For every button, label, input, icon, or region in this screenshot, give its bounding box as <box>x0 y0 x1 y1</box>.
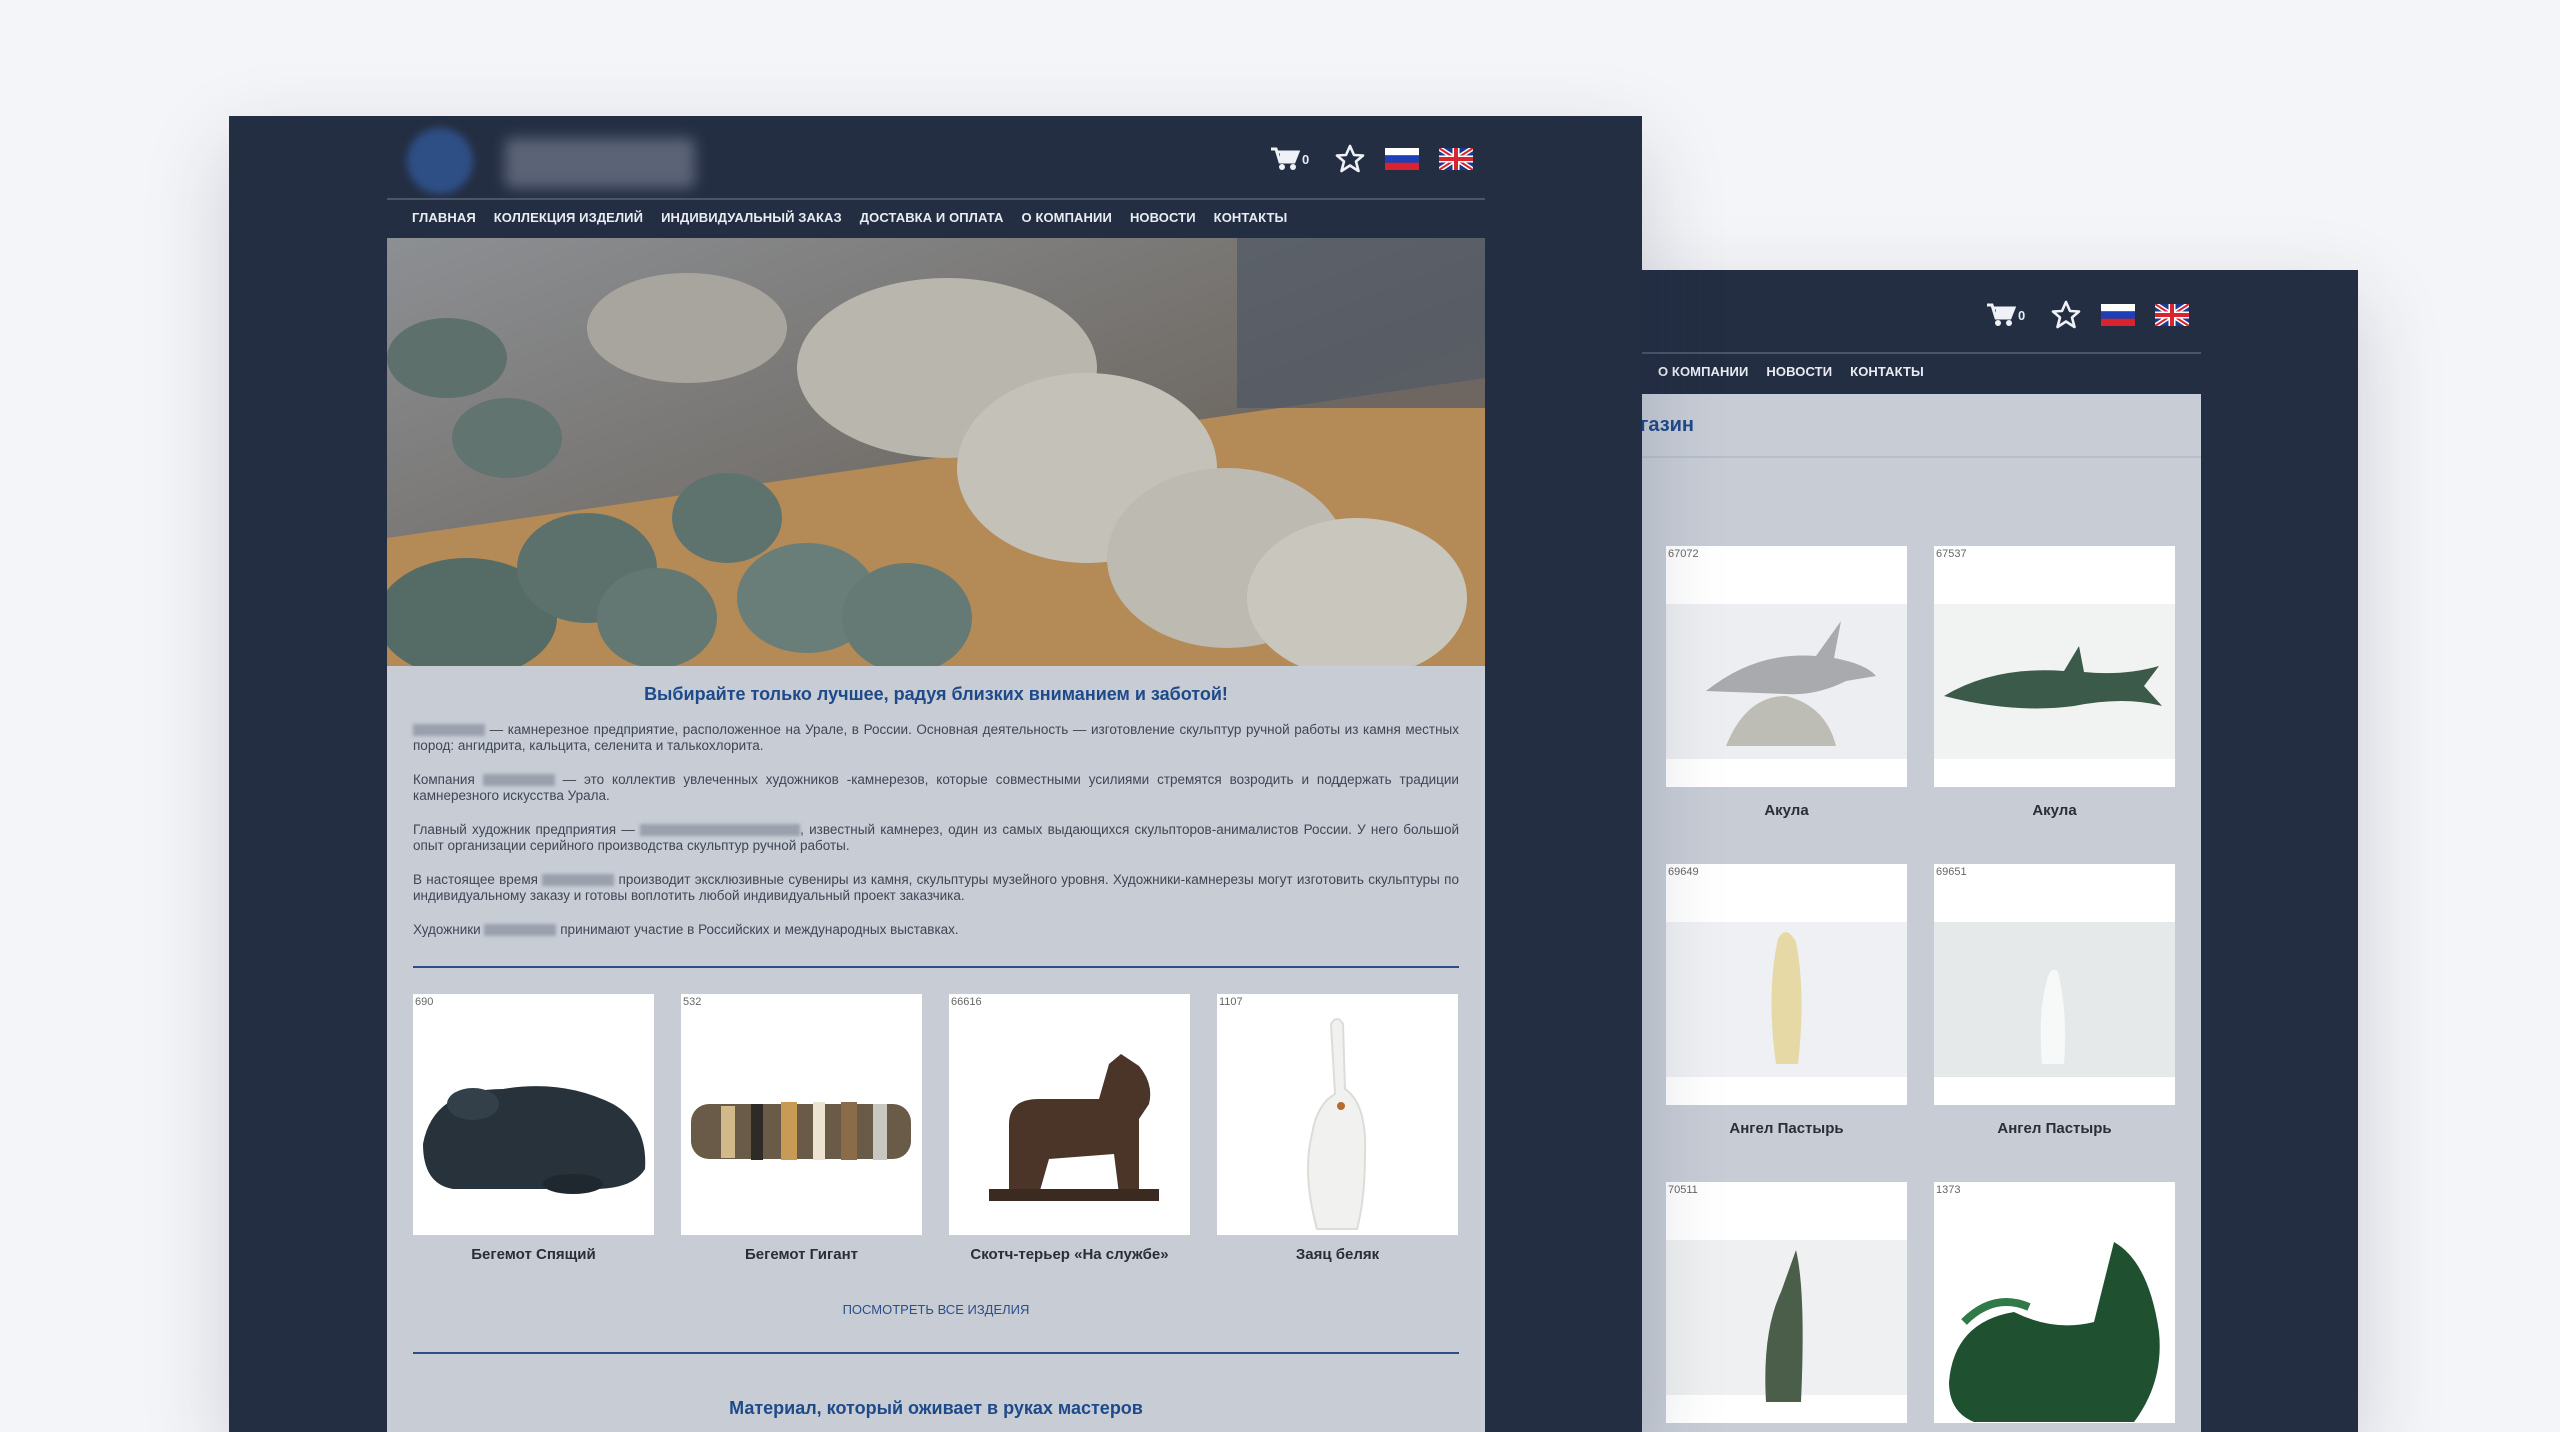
back-nav: О КОМПАНИИ НОВОСТИ КОНТАКТЫ <box>1658 364 1942 379</box>
flag-uk-icon[interactable] <box>1439 148 1474 170</box>
product-code: 1107 <box>1219 996 1243 1008</box>
cart-icon[interactable] <box>1986 302 2016 328</box>
product-card[interactable]: 532 <box>681 994 922 1235</box>
product-code: 69649 <box>1668 866 1699 878</box>
front-window: 0 ГЛАВНАЯ КОЛЛЕКЦИЯ ИЗДЕЛИЙ ИНДИВИДУАЛЬН… <box>229 116 1642 1432</box>
product-image-figure-green <box>1666 1240 1907 1402</box>
product-card[interactable]: 69651 <box>1934 864 2175 1105</box>
about-paragraph-1: — камнерезное предприятие, расположенное… <box>413 722 1459 754</box>
headline: Выбирайте только лучшее, радуя близких в… <box>644 684 1228 704</box>
cart-count: 0 <box>2018 307 2026 323</box>
about-paragraph-2-lead: Компания <box>413 772 475 787</box>
product-title[interactable]: Акула <box>1666 802 1907 819</box>
main-content: Выбирайте только лучшее, радуя близких в… <box>387 238 1485 1432</box>
product-code: 66616 <box>951 996 982 1008</box>
product-code: 532 <box>683 996 702 1008</box>
redacted-text <box>413 724 485 737</box>
product-title[interactable]: Акула <box>1934 802 2175 819</box>
shop-title-divider <box>1580 456 2201 458</box>
redacted-text <box>542 874 615 887</box>
nav-about[interactable]: О КОМПАНИИ <box>1022 210 1112 225</box>
back-header-icons: 0 <box>1986 300 2190 330</box>
cart-count: 0 <box>1302 151 1310 167</box>
flag-ru-icon[interactable] <box>2101 304 2136 326</box>
about-paragraph-5-lead: Художники <box>413 922 481 937</box>
back-header-divider <box>1580 352 2201 354</box>
product-image-bird-green <box>1949 1242 2160 1422</box>
about-paragraph-4-lead: В настоящее время <box>413 872 538 887</box>
product-image-white-hare <box>1307 1018 1367 1230</box>
product-card[interactable]: 67537 <box>1934 546 2175 787</box>
nav-news[interactable]: НОВОСТИ <box>1130 210 1196 225</box>
nav-home[interactable]: ГЛАВНАЯ <box>412 210 476 225</box>
about-paragraph-3-lead: Главный художник предприятия — <box>413 822 635 837</box>
product-title[interactable]: Бегемот Гигант <box>681 1246 922 1263</box>
product-code: 1373 <box>1936 1184 1961 1196</box>
product-card[interactable]: 66616 <box>949 994 1190 1235</box>
about-paragraph-5-text: принимают участие в Российских и междуна… <box>560 922 959 937</box>
logo-text[interactable] <box>505 138 695 188</box>
product-title[interactable]: Бегемот Спящий <box>413 1246 654 1263</box>
product-card[interactable]: 70511 <box>1666 1182 1907 1423</box>
product-image-scottish-terrier <box>989 1054 1159 1201</box>
nav-custom-order[interactable]: ИНДИВИДУАЛЬНЫЙ ЗАКАЗ <box>661 210 842 225</box>
about-paragraph-2-text: — это коллектив увлеченных художников -к… <box>413 772 1459 803</box>
main-nav: ГЛАВНАЯ КОЛЛЕКЦИЯ ИЗДЕЛИЙ ИНДИВИДУАЛЬНЫЙ… <box>412 210 1305 225</box>
nav-collection[interactable]: КОЛЛЕКЦИЯ ИЗДЕЛИЙ <box>494 210 643 225</box>
product-image-shark-green <box>1934 604 2175 759</box>
product-title[interactable]: Заяц беляк <box>1217 1246 1458 1263</box>
product-image-shark-stone <box>1666 604 1907 759</box>
product-code: 69651 <box>1936 866 1967 878</box>
product-card[interactable]: 1373 <box>1934 1182 2175 1423</box>
back-nav-news[interactable]: НОВОСТИ <box>1766 364 1832 379</box>
product-code: 67537 <box>1936 548 1967 560</box>
about-paragraph-4: В настоящее время производит эксклюзивны… <box>413 872 1459 904</box>
product-card[interactable]: 69649 <box>1666 864 1907 1105</box>
about-paragraph-3: Главный художник предприятия — , известн… <box>413 822 1459 854</box>
product-title[interactable]: Ангел Пастырь <box>1666 1120 1907 1137</box>
redacted-text <box>482 774 555 787</box>
product-card[interactable]: 690 <box>413 994 654 1235</box>
cart-icon[interactable] <box>1270 146 1300 172</box>
redacted-text <box>640 824 801 837</box>
back-shop-panel: газин 67072 Акула 67537 Акула 69649 Анге… <box>1580 394 2201 1432</box>
product-card[interactable]: 1107 <box>1217 994 1458 1235</box>
shop-title: газин <box>1640 414 1695 436</box>
header-divider <box>387 198 1485 200</box>
see-all-link[interactable]: ПОСМОТРЕТЬ ВСЕ ИЗДЕЛИЯ <box>387 1302 1485 1317</box>
product-title[interactable]: Ангел Пастырь <box>1934 1120 2175 1137</box>
redacted-text <box>484 924 557 937</box>
about-paragraph-5: Художники принимают участие в Российских… <box>413 922 1459 938</box>
section-divider <box>413 966 1459 968</box>
product-image-hippo-sleeping <box>423 1086 646 1194</box>
header-icons: 0 <box>1270 144 1474 174</box>
product-image-hippo-giant <box>691 1102 911 1160</box>
flag-ru-icon[interactable] <box>1385 148 1420 170</box>
flag-uk-icon[interactable] <box>2155 304 2190 326</box>
star-icon[interactable] <box>2051 300 2081 330</box>
product-code: 67072 <box>1668 548 1699 560</box>
about-paragraph-1-text: — камнерезное предприятие, расположенное… <box>413 722 1459 753</box>
nav-contacts[interactable]: КОНТАКТЫ <box>1214 210 1288 225</box>
product-code: 690 <box>415 996 434 1008</box>
product-image-angel-white <box>1934 922 2175 1077</box>
product-image-angel-yellow <box>1666 922 1907 1077</box>
section-divider <box>413 1352 1459 1354</box>
back-window: 0 О КОМПАНИИ НОВОСТИ КОНТАКТЫ газин 6707… <box>1580 270 2358 1432</box>
back-nav-contacts[interactable]: КОНТАКТЫ <box>1850 364 1924 379</box>
product-card[interactable]: 67072 <box>1666 546 1907 787</box>
product-code: 70511 <box>1668 1184 1698 1196</box>
product-title[interactable]: Скотч-терьер «На службе» <box>949 1246 1190 1263</box>
about-paragraph-2: Компания — это коллектив увлеченных худо… <box>413 772 1459 804</box>
section-title: Материал, который оживает в руках мастер… <box>729 1398 1143 1418</box>
hero-image <box>387 238 1485 666</box>
logo-mark[interactable] <box>407 128 473 194</box>
back-nav-about[interactable]: О КОМПАНИИ <box>1658 364 1748 379</box>
star-icon[interactable] <box>1335 144 1365 174</box>
nav-delivery[interactable]: ДОСТАВКА И ОПЛАТА <box>860 210 1004 225</box>
